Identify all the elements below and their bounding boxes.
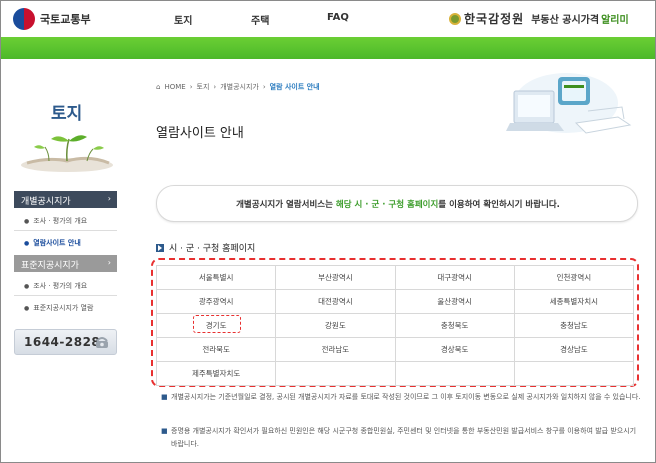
sidebar-item-survey-overview-2[interactable]: ● 조사 · 평가의 개요	[24, 281, 87, 291]
nav-housing[interactable]: 주택	[251, 12, 269, 27]
sidebar-menu-individual-land-price[interactable]: 개별공시지가 ›	[14, 191, 117, 208]
city-link[interactable]: 충청남도	[513, 313, 635, 338]
city-link[interactable]: 대구광역시	[394, 265, 515, 290]
note-bullet-icon: ■	[161, 427, 168, 435]
breadcrumb: ⌂ HOME › 토지 › 개별공시지가 › 열람 사이트 안내	[156, 82, 324, 92]
bullet-icon: ●	[24, 240, 30, 247]
city-link[interactable]: 충청북도	[394, 313, 515, 338]
chevron-right-icon: ›	[107, 194, 111, 203]
city-link[interactable]: 강원도	[275, 313, 396, 338]
header: 국토교통부 토지 주택 FAQ 한국감정원 부동산 공시가격 알리미	[1, 1, 655, 37]
city-link[interactable]: 세종특별자치시	[513, 289, 635, 314]
phone-number: 1644-2828	[24, 335, 101, 349]
sidebar-title: 토지	[51, 104, 83, 124]
note-text: 증명용 개별공시지가 확인서가 필요하신 민원인은 해당 시군구청 종합민원실,…	[171, 427, 637, 448]
sidebar-item-standard-land-view[interactable]: ● 표준지공시지가 열람	[24, 303, 93, 313]
bullet-icon: ●	[24, 305, 30, 312]
telephone-icon	[96, 337, 108, 348]
divider	[14, 230, 117, 231]
logo-text: 국토교통부	[40, 13, 91, 26]
table-row: 제주특별자치도	[155, 361, 635, 386]
kab-emblem-icon	[449, 12, 461, 25]
green-banner	[1, 37, 655, 59]
city-link[interactable]: 부산광역시	[275, 265, 396, 290]
nav-land[interactable]: 토지	[174, 12, 192, 27]
brand-logo[interactable]: 한국감정원 부동산 공시가격 알리미	[449, 10, 629, 27]
notice-box: 개별공시지가 열람서비스는 해당 시 · 군 · 구청 홈페이지를 이용하여 확…	[156, 185, 638, 222]
brand-subtitle: 부동산 공시가격	[531, 15, 600, 26]
city-link[interactable]: 울산광역시	[394, 289, 515, 314]
notice-highlight: 해당 시 · 군 · 구청 홈페이지	[335, 200, 439, 210]
city-link[interactable]: 경상남도	[513, 337, 635, 362]
taegeuk-logo-icon	[13, 8, 35, 30]
table-row: 광주광역시 대전광역시 울산광역시 세종특별자치시	[155, 289, 635, 314]
city-link[interactable]: 전라남도	[275, 337, 396, 362]
city-link[interactable]: 광주광역시	[155, 289, 277, 314]
empty-cell	[513, 361, 635, 386]
laptop-illustration	[506, 73, 632, 134]
city-link[interactable]: 경상북도	[394, 337, 515, 362]
breadcrumb-separator-icon: ›	[213, 83, 217, 91]
brand-name: 한국감정원	[464, 12, 525, 26]
note-text: 개별공시지가는 기준년월일로 결정, 공시된 개별공시지가 자료를 토대로 작성…	[171, 393, 641, 401]
breadcrumb-separator-icon: ›	[262, 83, 266, 91]
sprout-illustration	[21, 135, 113, 172]
divider	[14, 295, 117, 296]
city-link[interactable]: 대전광역시	[275, 289, 396, 314]
sidebar-item-label: 열람사이트 안내	[33, 239, 81, 247]
table-row: 서울특별시 부산광역시 대구광역시 인천광역시	[155, 265, 635, 290]
sidebar-item-survey-overview[interactable]: ● 조사 · 평가의 개요	[24, 216, 87, 226]
sidebar-menu-standard-land-price[interactable]: 표준지공시지가 ›	[14, 255, 117, 272]
note-2: ■ 증명용 개별공시지가 확인서가 필요하신 민원인은 해당 시군구청 종합민원…	[161, 425, 641, 451]
home-icon[interactable]: ⌂	[156, 83, 160, 91]
sidebar-item-label: 조사 · 평가의 개요	[33, 217, 88, 225]
menu-label: 개별공시지가	[21, 197, 71, 207]
notice-text: 개별공시지가 열람서비스는 해당 시 · 군 · 구청 홈페이지를 이용하여 확…	[157, 198, 639, 210]
breadcrumb-home[interactable]: HOME	[164, 83, 185, 91]
empty-cell	[394, 361, 515, 386]
sidebar-item-label: 표준지공시지가 열람	[33, 304, 94, 312]
ministry-logo[interactable]: 국토교통부	[13, 7, 91, 31]
notice-text-pre: 개별공시지가 열람서비스는	[236, 200, 336, 210]
city-link[interactable]: 서울특별시	[155, 265, 277, 290]
app-frame: 국토교통부 토지 주택 FAQ 한국감정원 부동산 공시가격 알리미 토지 개별…	[0, 0, 656, 463]
breadcrumb-land[interactable]: 토지	[197, 83, 210, 91]
section-bullet-icon	[156, 243, 164, 252]
sidebar-item-site-guide[interactable]: ● 열람사이트 안내	[24, 238, 81, 248]
section-title: 시 · 군 · 구청 홈페이지	[156, 241, 255, 254]
brand-subtitle-accent: 알리미	[601, 15, 629, 26]
breadcrumb-separator-icon: ›	[189, 83, 193, 91]
phone-banner: 1644-2828	[14, 329, 117, 355]
table-row: 전라북도 전라남도 경상북도 경상남도	[155, 337, 635, 362]
breadcrumb-current: 열람 사이트 안내	[269, 83, 320, 91]
sidebar-item-label: 조사 · 평가의 개요	[33, 282, 88, 290]
breadcrumb-individual[interactable]: 개별공시지가	[220, 83, 259, 91]
gyeonggi-highlight	[193, 315, 241, 333]
note-bullet-icon: ■	[161, 393, 168, 401]
notice-text-post: 를 이용하여 확인하시기 바랍니다.	[438, 200, 560, 210]
section-title-text: 시 · 군 · 구청 홈페이지	[169, 244, 256, 254]
page-title: 열람사이트 안내	[156, 126, 244, 141]
city-link[interactable]: 제주특별자치도	[155, 361, 277, 386]
menu-label: 표준지공시지가	[21, 261, 79, 271]
bullet-icon: ●	[24, 283, 30, 290]
city-link[interactable]: 전라북도	[155, 337, 277, 362]
chevron-right-icon: ›	[107, 258, 111, 267]
empty-cell	[275, 361, 396, 386]
bullet-icon: ●	[24, 218, 30, 225]
city-link[interactable]: 인천광역시	[513, 265, 635, 290]
note-1: ■ 개별공시지가는 기준년월일로 결정, 공시된 개별공시지가 자료를 토대로 …	[161, 391, 641, 404]
nav-faq[interactable]: FAQ	[327, 12, 349, 23]
